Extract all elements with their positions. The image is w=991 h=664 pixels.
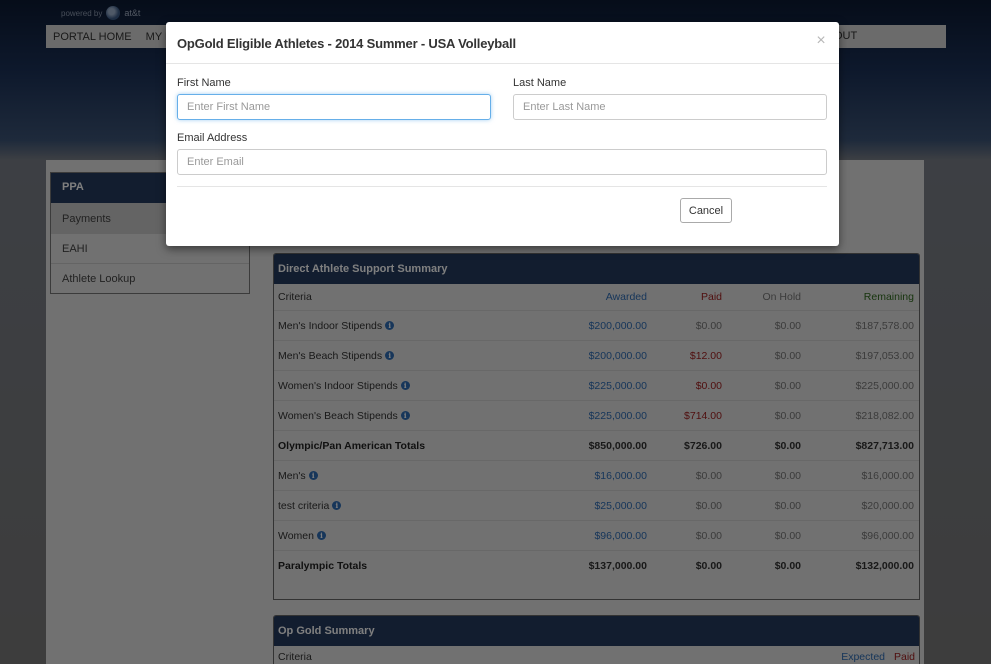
close-icon[interactable]: ×: [814, 32, 828, 50]
last-name-label: Last Name: [513, 77, 567, 89]
first-name-input[interactable]: [177, 94, 491, 120]
modal-header: OpGold Eligible Athletes - 2014 Summer -…: [166, 22, 839, 64]
first-name-label: First Name: [177, 77, 231, 89]
email-input[interactable]: [177, 149, 827, 175]
last-name-input[interactable]: [513, 94, 827, 120]
modal-footer-divider: [177, 186, 827, 187]
modal-title: OpGold Eligible Athletes - 2014 Summer -…: [177, 36, 516, 51]
email-label: Email Address: [177, 132, 248, 144]
athlete-search-modal: OpGold Eligible Athletes - 2014 Summer -…: [166, 22, 839, 246]
cancel-button[interactable]: Cancel: [680, 198, 732, 223]
